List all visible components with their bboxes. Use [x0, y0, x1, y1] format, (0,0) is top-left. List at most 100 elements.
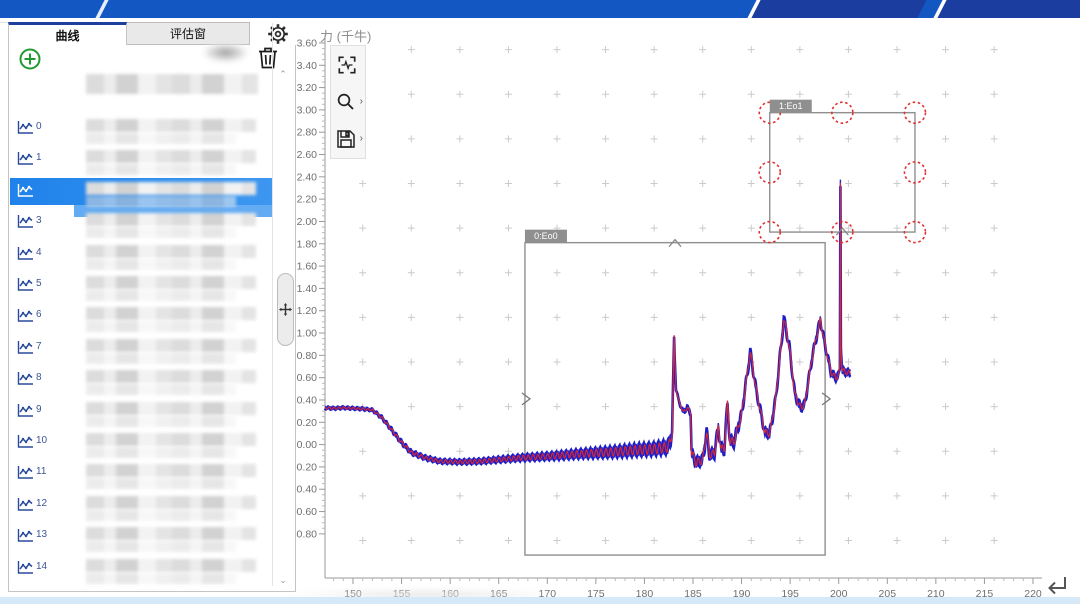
- curve-item-index: 10: [36, 435, 47, 446]
- drag-handle-arrow-icon[interactable]: [822, 393, 830, 405]
- redacted-curve-subtext: [86, 227, 236, 238]
- redacted-toolbar-icon: [197, 43, 249, 75]
- series-specimen-bundle-blue: [325, 180, 851, 468]
- redacted-curve-subtext: [86, 573, 236, 584]
- move-cross-icon: [279, 303, 292, 316]
- app-window: Test TestResult/Test 曲线 评估窗: [0, 0, 1080, 606]
- tab-curve-label: 曲线: [55, 27, 79, 44]
- eval-window-1[interactable]: [770, 113, 915, 232]
- svg-text:3.20: 3.20: [297, 82, 318, 94]
- redacted-curve-name: [86, 339, 256, 352]
- curve-list-item-2[interactable]: 2: [10, 181, 272, 211]
- svg-text:1.00: 1.00: [297, 328, 318, 340]
- redacted-curve-name: [86, 496, 256, 509]
- panel-tabs: 曲线 评估窗: [8, 22, 297, 45]
- redacted-curve-name: [86, 119, 256, 132]
- svg-text:3.00: 3.00: [297, 104, 318, 116]
- curve-chart-icon: [17, 246, 34, 261]
- curve-item-index: 5: [36, 278, 42, 289]
- chevron-right-icon: ›: [360, 96, 363, 107]
- enter-key-icon[interactable]: [1043, 573, 1069, 599]
- svg-text:-0.60: -0.60: [296, 506, 317, 518]
- curve-item-index: 9: [36, 404, 42, 415]
- curve-chart-icon: [17, 403, 34, 418]
- redacted-curve-subtext: [86, 384, 236, 395]
- curve-item-index: 8: [36, 372, 42, 383]
- curve-list-item-8[interactable]: 8: [10, 369, 272, 399]
- svg-text:1.40: 1.40: [297, 283, 318, 295]
- curve-list-item-1[interactable]: 1: [10, 149, 272, 179]
- redacted-curve-subtext: [86, 133, 236, 144]
- svg-text:0.00: 0.00: [297, 439, 318, 451]
- curve-list-item-11[interactable]: 11: [10, 463, 272, 493]
- svg-text:2.80: 2.80: [297, 127, 318, 139]
- svg-text:2.20: 2.20: [297, 194, 318, 206]
- redacted-curve-name: [86, 245, 256, 258]
- tab-eval-window-label: 评估窗: [170, 25, 206, 42]
- redacted-curve-subtext: [86, 541, 236, 552]
- svg-text:0.40: 0.40: [297, 394, 318, 406]
- redacted-curve-name: [86, 307, 256, 320]
- curve-list-item-4[interactable]: 4: [10, 244, 272, 274]
- curve-list-item-0[interactable]: 0: [10, 118, 272, 148]
- curve-list-item-9[interactable]: 9: [10, 401, 272, 431]
- y-axis-ticks: 3.603.403.203.002.802.602.402.202.001.80…: [296, 37, 325, 540]
- eval-window-1-handles[interactable]: 1:Eo1: [759, 100, 925, 243]
- tab-curve[interactable]: 曲线: [8, 22, 127, 45]
- svg-text:-0.20: -0.20: [296, 461, 317, 473]
- curve-chart-icon: [17, 465, 34, 480]
- topbar-tab-1[interactable]: Test: [747, 0, 926, 18]
- curve-item-index: 6: [36, 309, 42, 320]
- save-floppy-icon: [336, 129, 356, 149]
- curve-list-item-5[interactable]: 5: [10, 275, 272, 305]
- curve-chart-icon: [17, 120, 34, 135]
- redacted-curve-subtext: [86, 510, 236, 521]
- svg-text:2.40: 2.40: [297, 171, 318, 183]
- add-curve-button[interactable]: [18, 47, 42, 71]
- curve-chart-icon: [17, 214, 34, 229]
- redacted-curve-subtext: [86, 290, 236, 301]
- redacted-curve-subtext: [86, 321, 236, 332]
- redacted-curve-subtext: [86, 259, 236, 270]
- curve-chart-icon: [17, 277, 34, 292]
- zoom-button[interactable]: ›: [331, 83, 365, 120]
- redacted-curve-name: [86, 433, 256, 446]
- curve-list: 0123456789101112131415: [10, 95, 272, 587]
- fit-view-button[interactable]: [331, 46, 365, 83]
- curve-list-item-12[interactable]: 12: [10, 495, 272, 525]
- force-displacement-plot[interactable]: 3.603.403.203.002.802.602.402.202.001.80…: [296, 22, 1080, 606]
- magnifier-icon: [336, 92, 356, 112]
- svg-text:0.20: 0.20: [297, 417, 318, 429]
- curve-list-item-3[interactable]: 3: [10, 212, 272, 242]
- redacted-curve-name: [86, 559, 256, 572]
- chart-toolbar: › ›: [330, 45, 366, 159]
- curve-chart-icon: [17, 497, 34, 512]
- svg-text:-0.40: -0.40: [296, 484, 317, 496]
- svg-text:3.60: 3.60: [297, 37, 318, 49]
- curve-list-item-7[interactable]: 7: [10, 338, 272, 368]
- curve-chart-icon: [17, 528, 34, 543]
- topbar-tab-1-label: Test: [762, 0, 928, 3]
- curve-list-item-10[interactable]: 10: [10, 432, 272, 462]
- scroll-down-icon[interactable]: ⌄: [277, 575, 289, 585]
- curve-list-item-6[interactable]: 6: [10, 306, 272, 336]
- tab-eval-window[interactable]: 评估窗: [127, 22, 250, 45]
- grid-plus-markers: [359, 46, 997, 544]
- curve-chart-icon: [17, 183, 34, 198]
- axes: [325, 35, 1042, 578]
- scroll-up-icon[interactable]: ⌃: [277, 69, 289, 79]
- topbar-tab-2-label: TestResult/Test: [948, 0, 1080, 3]
- curve-item-index: 13: [36, 529, 47, 540]
- drag-handle-arrow-icon[interactable]: [522, 393, 530, 405]
- svg-text:0.60: 0.60: [297, 372, 318, 384]
- curve-chart-icon: [17, 340, 34, 355]
- eval-window-0[interactable]: [525, 243, 825, 555]
- splitter-handle[interactable]: [277, 273, 294, 346]
- curve-list-item-13[interactable]: 13: [10, 526, 272, 556]
- save-button[interactable]: ›: [331, 120, 365, 157]
- curve-list-item-14[interactable]: 14: [10, 558, 272, 587]
- svg-text:1.60: 1.60: [297, 261, 318, 273]
- svg-text:-0.80: -0.80: [296, 528, 317, 540]
- topbar-tab-2[interactable]: TestResult/Test: [933, 0, 1080, 18]
- curve-item-index: 3: [36, 215, 42, 226]
